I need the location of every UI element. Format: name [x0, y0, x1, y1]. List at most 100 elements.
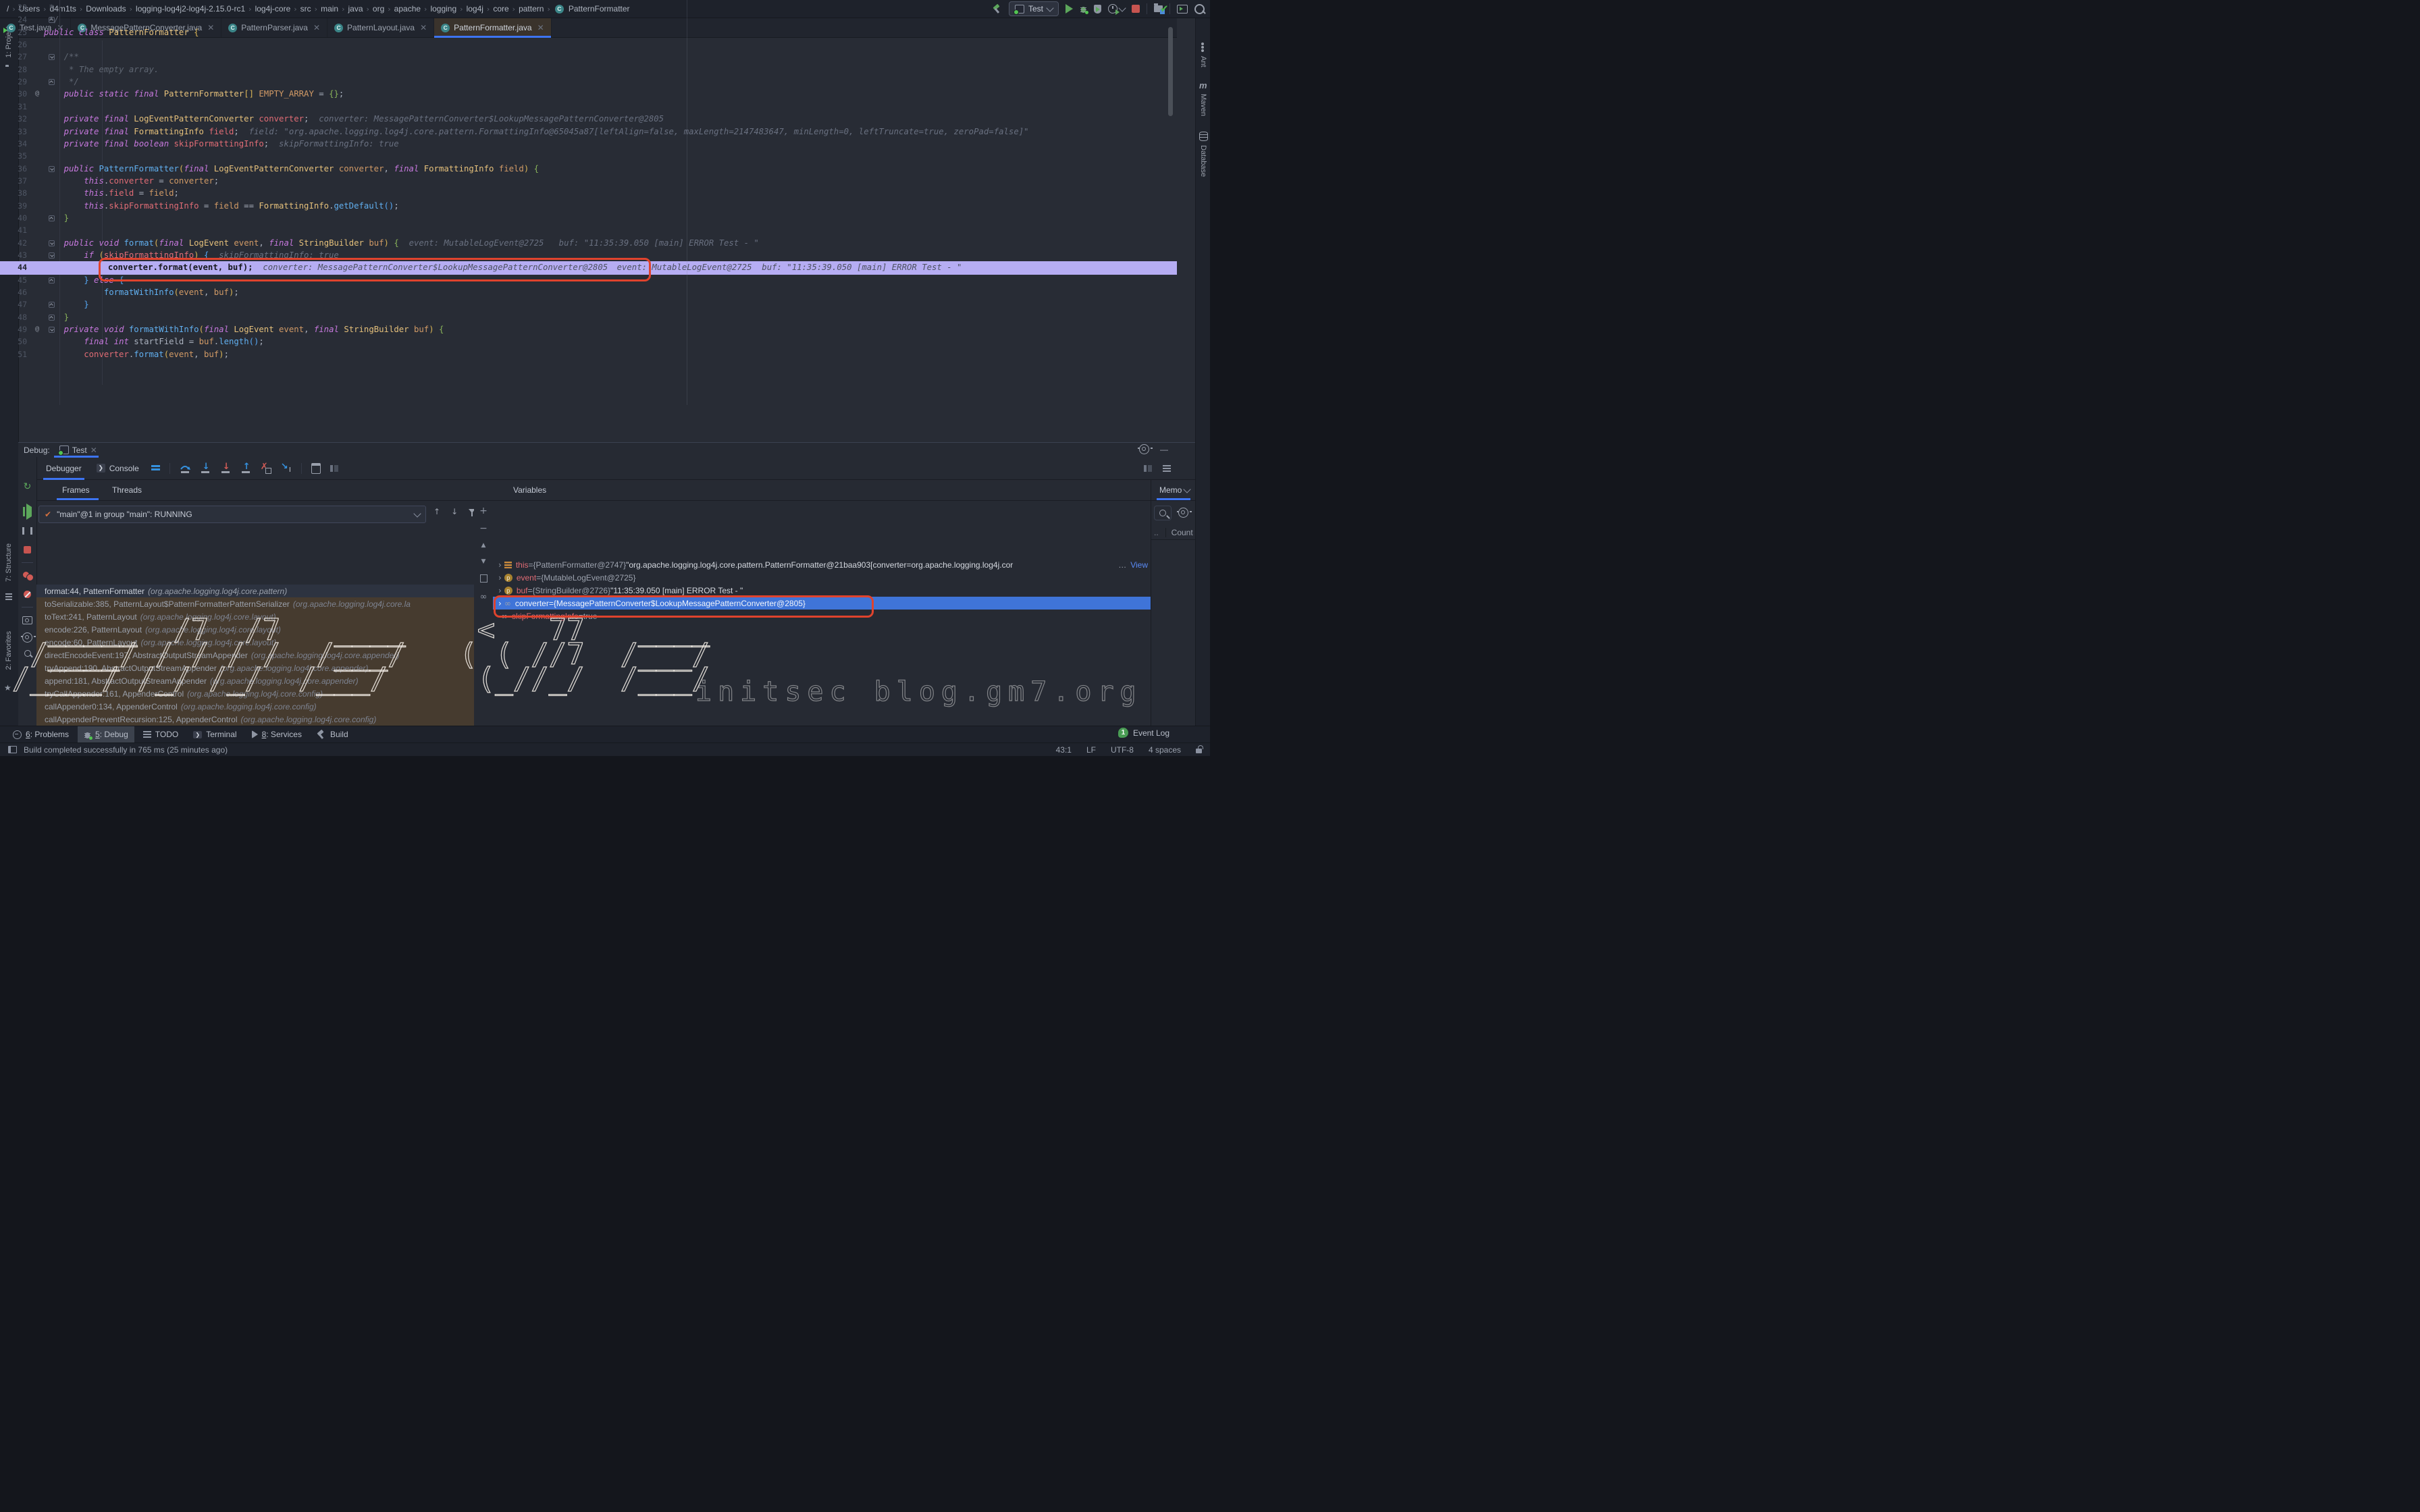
lock-icon[interactable]: [1196, 749, 1202, 753]
code-line[interactable]: 34 private final boolean skipFormattingI…: [0, 138, 1177, 151]
mute-breakpoints-icon[interactable]: [18, 591, 36, 598]
code-line[interactable]: 46 formatWithInfo(event, buf);: [0, 286, 1177, 299]
frame-row[interactable]: callAppender0:134, AppenderControl(org.a…: [36, 700, 474, 713]
scroll-down-icon[interactable]: ▼: [474, 558, 493, 565]
tool-window-database[interactable]: Database: [1199, 145, 1207, 177]
debug-session-tab[interactable]: Test ✕: [57, 443, 100, 457]
caret-position[interactable]: 43:1: [1056, 745, 1072, 755]
remove-watch-icon[interactable]: −: [474, 523, 493, 534]
star-icon: ★: [4, 683, 11, 693]
event-log-widget[interactable]: 1 Event Log: [1118, 728, 1169, 738]
code-editor[interactable]: 23 *24 */25public class PatternFormatter…: [0, 38, 1177, 443]
code-line[interactable]: 32 private final LogEventPatternConverte…: [0, 113, 1177, 126]
tab-threads[interactable]: Threads: [112, 480, 142, 500]
filter-icon[interactable]: [469, 509, 474, 513]
memory-gear-icon[interactable]: [1178, 508, 1188, 518]
run-to-cursor-icon[interactable]: ↘I: [281, 463, 292, 474]
code-line[interactable]: 47 }: [0, 298, 1177, 311]
code-line[interactable]: 41: [0, 224, 1177, 237]
expand-chevron-icon[interactable]: ›: [498, 586, 502, 595]
code-line[interactable]: 40 }: [0, 212, 1177, 225]
code-line[interactable]: 50 final int startField = buf.length();: [0, 335, 1177, 348]
search-everywhere-icon[interactable]: [1194, 4, 1205, 14]
code-line[interactable]: 51 converter.format(event, buf);: [0, 348, 1177, 361]
code-token: final: [269, 238, 294, 248]
drop-frame-icon[interactable]: ✗: [261, 463, 271, 474]
debug-settings-gear-icon[interactable]: [1139, 444, 1149, 454]
code-line[interactable]: 36 public PatternFormatter(final LogEven…: [0, 163, 1177, 176]
code-line[interactable]: 29 */: [0, 76, 1177, 88]
tab-console[interactable]: ❯Console: [94, 457, 142, 480]
code-line[interactable]: 31: [0, 101, 1177, 113]
hide-panel-icon[interactable]: —: [1160, 445, 1168, 454]
layout-settings-icon[interactable]: [330, 465, 338, 472]
view-link[interactable]: View: [1130, 560, 1148, 570]
toolwindow-toggle-icon[interactable]: [8, 746, 17, 753]
tab-memory[interactable]: Memo: [1159, 480, 1190, 500]
editor-scrollbar[interactable]: [1168, 38, 1173, 116]
thread-selector[interactable]: ✔ "main"@1 in group "main": RUNNING: [38, 506, 426, 523]
status-message[interactable]: Build completed successfully in 765 ms (…: [24, 745, 228, 755]
toolwindow-button-services[interactable]: 8: Services: [246, 726, 308, 743]
prev-frame-icon[interactable]: ↑: [433, 507, 440, 516]
tool-window-structure[interactable]: 7: Structure: [5, 543, 13, 582]
code-line[interactable]: 30@ public static final PatternFormatter…: [0, 88, 1177, 101]
close-icon[interactable]: ✕: [90, 446, 97, 455]
force-step-into-icon[interactable]: ↓: [220, 463, 231, 474]
memory-count-header[interactable]: Count: [1165, 528, 1193, 537]
tool-window-maven[interactable]: Maven: [1199, 94, 1207, 116]
show-execution-point-icon[interactable]: [151, 465, 160, 472]
indent-setting[interactable]: 4 spaces: [1149, 745, 1181, 755]
run-anything-icon[interactable]: [1177, 5, 1188, 14]
step-into-icon[interactable]: ↓: [200, 463, 211, 474]
variable-row[interactable]: ›this = {PatternFormatter@2747} "org.apa…: [493, 558, 1151, 571]
copy-stack-icon[interactable]: [474, 574, 493, 583]
expand-chevron-icon[interactable]: ›: [498, 573, 502, 583]
rerun-icon[interactable]: ↻: [18, 481, 36, 492]
code-line[interactable]: 33 private final FormattingInfo field; f…: [0, 126, 1177, 138]
variable-row[interactable]: ›pevent = {MutableLogEvent@2725}: [493, 571, 1151, 584]
view-breakpoints-icon[interactable]: [18, 572, 36, 580]
line-separator[interactable]: LF: [1086, 745, 1096, 755]
pause-icon[interactable]: [18, 527, 36, 535]
tool-window-ant[interactable]: Ant: [1199, 56, 1207, 68]
scroll-up-icon[interactable]: ▲: [474, 542, 493, 549]
code-line[interactable]: 38 this.field = field;: [0, 187, 1177, 200]
debug-header: Debug: Test ✕ —: [18, 443, 1195, 457]
view-options-icon[interactable]: [1163, 465, 1171, 472]
code-line[interactable]: 49@ private void formatWithInfo(final Lo…: [0, 323, 1177, 336]
tab-debugger[interactable]: Debugger: [43, 457, 84, 480]
step-out-icon[interactable]: ↑: [240, 463, 251, 474]
code-line[interactable]: 37 this.converter = converter;: [0, 175, 1177, 188]
file-encoding[interactable]: UTF-8: [1111, 745, 1134, 755]
stop-icon[interactable]: [18, 546, 36, 554]
code-line[interactable]: 39 this.skipFormattingInfo = field == Fo…: [0, 200, 1177, 213]
evaluate-expression-icon[interactable]: [311, 463, 321, 474]
add-watch-icon[interactable]: +: [474, 506, 493, 516]
restore-layout-icon[interactable]: [1144, 465, 1152, 472]
step-over-icon[interactable]: [180, 463, 190, 474]
frame-row[interactable]: toSerializable:385, PatternLayout$Patter…: [36, 597, 474, 610]
code-token: format: [124, 238, 153, 248]
frame-row[interactable]: format:44, PatternFormatter(org.apache.l…: [36, 585, 474, 597]
toolwindow-button-todo[interactable]: TODO: [137, 726, 184, 743]
toolwindow-button-terminal[interactable]: ❯Terminal: [187, 726, 242, 743]
toolwindow-button-build[interactable]: Build: [311, 726, 354, 743]
code-line[interactable]: 42 public void format(final LogEvent eve…: [0, 237, 1177, 250]
expand-chevron-icon[interactable]: ›: [498, 560, 502, 570]
toolwindow-button-debug[interactable]: 5: Debug: [78, 726, 134, 743]
next-frame-icon[interactable]: ↓: [451, 507, 458, 516]
memory-search-box[interactable]: [1154, 506, 1172, 520]
code-line[interactable]: 28 * The empty array.: [0, 63, 1177, 76]
resume-icon[interactable]: [18, 507, 36, 516]
tab-frames[interactable]: Frames: [62, 480, 90, 500]
frame-row[interactable]: callAppenderPreventRecursion:125, Append…: [36, 713, 474, 726]
watch-return-values-icon[interactable]: ∞: [474, 592, 493, 602]
code-text: public void format(final LogEvent event,…: [44, 237, 759, 249]
code-line[interactable]: 26: [0, 38, 1177, 51]
code-line[interactable]: 35: [0, 150, 1177, 163]
code-token: ==: [239, 201, 259, 211]
toolwindow-button-problems[interactable]: 6: Problems: [7, 726, 75, 743]
code-line[interactable]: 48 }: [0, 311, 1177, 324]
code-line[interactable]: 27 /**: [0, 51, 1177, 63]
